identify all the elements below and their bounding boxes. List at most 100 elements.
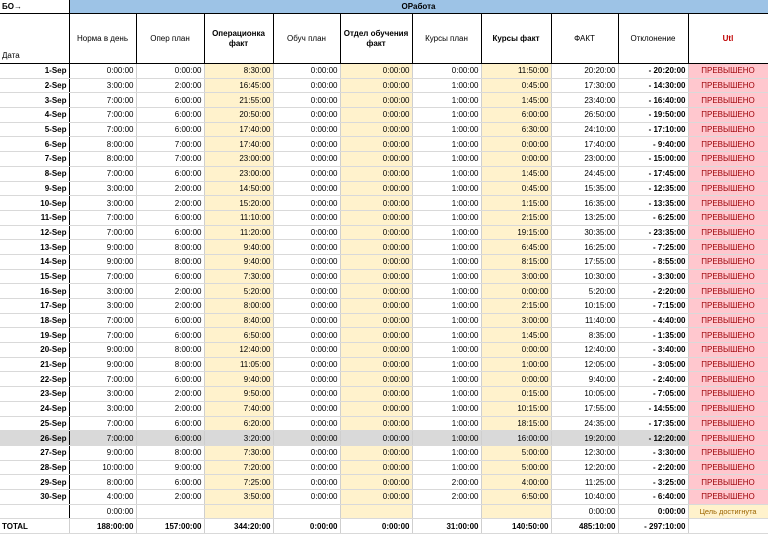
cell-train-fact[interactable]: 0:00:00 [340, 210, 413, 226]
cell-oper-fact[interactable]: 23:00:00 [204, 166, 274, 182]
cell-courses-fact[interactable]: 6:00:00 [481, 107, 552, 123]
cell-train-fact[interactable]: 0:00:00 [340, 166, 413, 182]
cell-norm[interactable]: 3:00:00 [69, 283, 137, 299]
cell-train-fact[interactable]: 0:00:00 [340, 181, 413, 197]
cell-norm[interactable]: 7:00:00 [69, 166, 137, 182]
cell-date[interactable]: 22-Sep [0, 371, 70, 388]
cell-fact[interactable]: 9:40:00 [551, 371, 619, 388]
cell-courses-fact[interactable]: 0:45:00 [481, 78, 552, 94]
cell-train-plan[interactable]: 0:00:00 [273, 195, 341, 211]
cell-fact[interactable]: 10:30:00 [551, 269, 619, 285]
cell-norm[interactable]: 3:00:00 [69, 298, 137, 314]
cell-deviation[interactable]: - 14:55:00 [618, 401, 689, 417]
cell-courses-plan[interactable]: 1:00:00 [412, 283, 482, 299]
cell-utl[interactable]: ПРЕВЫШЕНО [688, 386, 768, 402]
cell-utl[interactable]: ПРЕВЫШЕНО [688, 327, 768, 344]
cell-courses-fact[interactable]: 6:45:00 [481, 239, 552, 255]
cell-norm[interactable]: 8:00:00 [69, 151, 137, 167]
cell-fact[interactable]: 24:10:00 [551, 122, 619, 138]
cell-train-fact[interactable]: 0:00:00 [340, 283, 413, 299]
cell-oper-fact[interactable]: 3:20:00 [204, 430, 274, 446]
cell-utl[interactable]: ПРЕВЫШЕНО [688, 460, 768, 476]
cell-oper-fact[interactable]: 8:40:00 [204, 313, 274, 329]
cell-utl[interactable]: ПРЕВЫШЕНО [688, 401, 768, 417]
cell-date[interactable]: 7-Sep [0, 151, 70, 167]
cell-deviation[interactable]: - 7:15:00 [618, 298, 689, 314]
cell-utl[interactable]: ПРЕВЫШЕНО [688, 122, 768, 138]
cell-utl[interactable]: ПРЕВЫШЕНО [688, 195, 768, 211]
cell-courses-plan[interactable]: 1:00:00 [412, 151, 482, 167]
cell-courses-fact[interactable]: 11:50:00 [481, 63, 552, 79]
cell-oper-fact[interactable]: 16:45:00 [204, 78, 274, 94]
cell-courses-plan[interactable]: 1:00:00 [412, 313, 482, 329]
cell-oper-plan[interactable]: 6:00:00 [136, 166, 205, 182]
cell-utl[interactable]: ПРЕВЫШЕНО [688, 151, 768, 167]
cell-train-plan[interactable]: 0:00:00 [273, 107, 341, 123]
cell-norm[interactable]: 9:00:00 [69, 342, 137, 358]
cell-deviation[interactable]: - 17:10:00 [618, 122, 689, 138]
cell-fact[interactable]: 10:40:00 [551, 489, 619, 505]
cell-oper-fact[interactable]: 7:30:00 [204, 269, 274, 285]
cell-courses-plan[interactable]: 1:00:00 [412, 342, 482, 358]
cell-fact[interactable]: 20:20:00 [551, 63, 619, 79]
cell-date[interactable]: 1-Sep [0, 63, 70, 79]
cell-oper-fact[interactable]: 5:20:00 [204, 283, 274, 299]
cell-utl[interactable]: ПРЕВЫШЕНО [688, 371, 768, 388]
cell-train-fact[interactable]: 0:00:00 [340, 474, 413, 490]
cell-train-plan[interactable]: 0:00:00 [273, 416, 341, 432]
cell-courses-fact[interactable]: 1:00:00 [481, 357, 552, 373]
cell-date[interactable]: 10-Sep [0, 195, 70, 211]
cell-oper-plan[interactable]: 8:00:00 [136, 342, 205, 358]
cell-train-plan[interactable]: 0:00:00 [273, 225, 341, 241]
cell-fact[interactable]: 12:30:00 [551, 445, 619, 461]
cell-train-plan[interactable]: 0:00:00 [273, 298, 341, 314]
cell-utl[interactable]: ПРЕВЫШЕНО [688, 78, 768, 94]
cell-train-plan[interactable]: 0:00:00 [273, 313, 341, 329]
cell-date[interactable]: 25-Sep [0, 416, 70, 432]
cell-utl[interactable]: ПРЕВЫШЕНО [688, 181, 768, 197]
cell-courses-fact[interactable]: 0:00:00 [481, 371, 552, 388]
cell-date[interactable]: 26-Sep [0, 430, 70, 446]
cell-oper-plan[interactable]: 8:00:00 [136, 445, 205, 461]
cell-oper-fact[interactable]: 6:50:00 [204, 327, 274, 344]
cell-train-plan[interactable]: 0:00:00 [273, 181, 341, 197]
cell-fact[interactable]: 19:20:00 [551, 430, 619, 446]
cell-courses-fact[interactable]: 3:00:00 [481, 269, 552, 285]
cell-deviation[interactable]: - 12:35:00 [618, 181, 689, 197]
cell-courses-plan[interactable]: 1:00:00 [412, 460, 482, 476]
cell-train-fact[interactable]: 0:00:00 [340, 327, 413, 344]
cell-oper-fact[interactable]: 20:50:00 [204, 107, 274, 123]
cell-courses-fact[interactable]: 5:00:00 [481, 460, 552, 476]
cell-fact[interactable]: 17:40:00 [551, 136, 619, 153]
cell-deviation[interactable]: - 17:45:00 [618, 166, 689, 182]
cell-norm[interactable]: 3:00:00 [69, 386, 137, 402]
header-utl[interactable]: Utl [688, 13, 768, 64]
cell-train-fact[interactable]: 0:00:00 [340, 195, 413, 211]
cell-oper-plan[interactable]: 9:00:00 [136, 460, 205, 476]
cell-oper-plan[interactable]: 2:00:00 [136, 195, 205, 211]
cell-courses-fact[interactable]: 0:15:00 [481, 386, 552, 402]
cell-courses-plan[interactable]: 2:00:00 [412, 474, 482, 490]
cell-train-plan[interactable]: 0:00:00 [273, 489, 341, 505]
header-oper-plan[interactable]: Опер план [136, 13, 205, 64]
cell-fact[interactable]: 24:45:00 [551, 166, 619, 182]
cell-courses-plan[interactable]: 1:00:00 [412, 357, 482, 373]
cell-date[interactable]: 16-Sep [0, 283, 70, 299]
cell-oper-plan[interactable]: 6:00:00 [136, 474, 205, 490]
cell-norm[interactable]: 10:00:00 [69, 460, 137, 476]
cell-courses-plan[interactable]: 1:00:00 [412, 239, 482, 255]
cell-fact[interactable]: 10:15:00 [551, 298, 619, 314]
header-deviation[interactable]: Отклонение [618, 13, 689, 64]
cell-courses-fact[interactable]: 2:15:00 [481, 298, 552, 314]
cell-oper-plan[interactable]: 8:00:00 [136, 239, 205, 255]
cell-deviation[interactable]: - 3:05:00 [618, 357, 689, 373]
cell-utl[interactable]: ПРЕВЫШЕНО [688, 357, 768, 373]
cell-norm[interactable]: 7:00:00 [69, 92, 137, 109]
cell-fact[interactable]: 17:55:00 [551, 401, 619, 417]
cell-oper-fact[interactable]: 12:40:00 [204, 342, 274, 358]
cell-oper-fact[interactable]: 7:20:00 [204, 460, 274, 476]
cell-date[interactable]: 8-Sep [0, 166, 70, 182]
cell-date[interactable]: 15-Sep [0, 269, 70, 285]
cell-courses-fact[interactable]: 0:00:00 [481, 151, 552, 167]
cell-courses-plan[interactable]: 1:00:00 [412, 386, 482, 402]
